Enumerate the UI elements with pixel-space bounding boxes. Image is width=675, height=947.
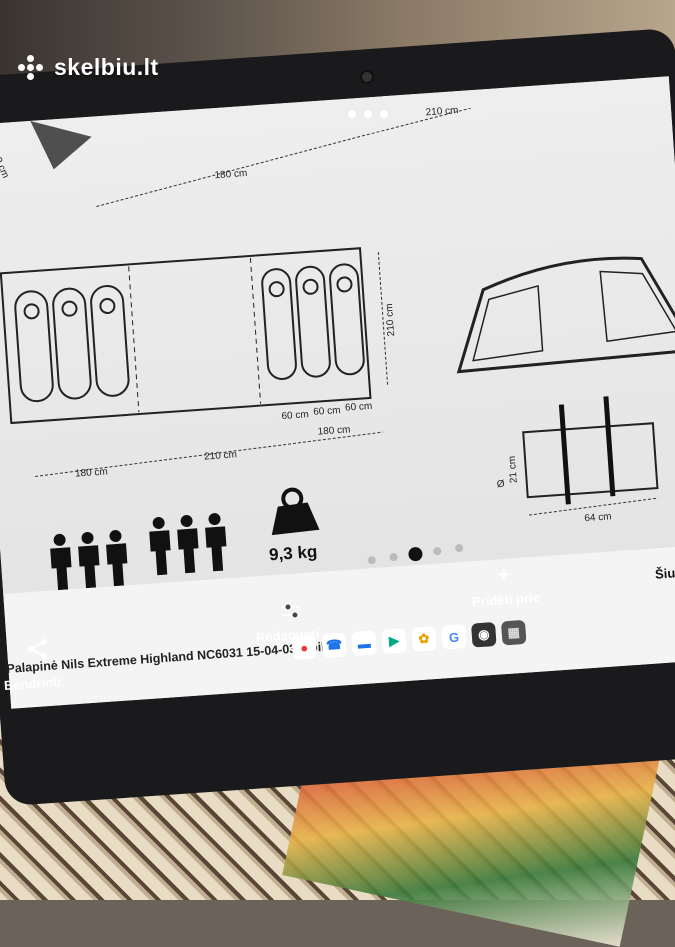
dim-depth: 210 cm [384, 303, 397, 336]
dim-top-left: 180 cm [214, 168, 247, 181]
carry-bag: Ø 21 cm 64 cm [496, 396, 659, 524]
apps-grid-icon[interactable]: ▦ [500, 619, 527, 646]
product-image: 180 cm 210 cm 210 cm 210 cm 180 cm 210 c… [0, 76, 675, 594]
carousel-dot[interactable] [455, 544, 464, 553]
bag-length: 64 cm [584, 511, 612, 524]
dim-60-b: 60 cm [313, 405, 341, 418]
dim-floor-right-180: 180 cm [317, 424, 350, 437]
tent-diagram: 180 cm 210 cm 210 cm 210 cm 180 cm 210 c… [0, 105, 675, 593]
person-icon [205, 513, 227, 572]
bag-diameter-symbol: Ø [496, 479, 505, 491]
image-carousel-indicator[interactable] [367, 544, 464, 565]
bag-diameter: 21 cm [507, 456, 520, 484]
sleeping-spots-right [261, 263, 365, 380]
dim-top-right: 210 cm [425, 105, 458, 118]
play-store-icon[interactable]: ▶ [381, 628, 407, 654]
dim-floor-210: 210 cm [204, 449, 237, 462]
sleeping-spots-left [14, 285, 130, 403]
skelbiu-logo-icon [18, 54, 48, 81]
carousel-dot[interactable] [389, 553, 398, 562]
weight-indicator: 9,3 kg [268, 487, 320, 564]
carousel-dot[interactable] [367, 556, 377, 565]
watermark-text: skelbiu.lt [54, 54, 159, 80]
floor-plan: 210 cm 180 cm 210 cm 180 cm 60 cm 60 cm … [0, 247, 397, 480]
share-button[interactable] [24, 638, 50, 660]
camera-icon[interactable]: ◉ [471, 621, 497, 648]
share-icon [28, 639, 47, 659]
messages-icon[interactable]: ▬ [351, 630, 377, 656]
edit-button[interactable] [280, 602, 302, 625]
skelbiu-watermark: skelbiu.lt [18, 54, 159, 81]
front-camera [360, 70, 374, 84]
dim-floor-180: 180 cm [75, 466, 108, 479]
dim-60-c: 60 cm [345, 401, 373, 414]
more-options-icon[interactable] [348, 110, 388, 118]
carousel-dot-active[interactable] [408, 547, 423, 562]
edit-sliders-icon [282, 603, 300, 619]
weight-label: 9,3 kg [268, 542, 317, 564]
google-icon[interactable]: G [441, 624, 467, 650]
person-icon [106, 530, 128, 589]
person-icon [50, 533, 72, 593]
tablet-screen: 180 cm 210 cm 210 cm 210 cm 180 cm 210 c… [0, 76, 675, 709]
phone-icon[interactable]: ☎ [321, 632, 347, 659]
person-icon [149, 516, 171, 576]
tent-side-view [456, 256, 675, 374]
person-icon [177, 515, 199, 574]
carousel-dot[interactable] [433, 547, 442, 556]
photos-icon[interactable]: ✿ [411, 626, 437, 652]
dim-60-a: 60 cm [281, 409, 309, 422]
add-icon[interactable]: + [498, 564, 510, 587]
person-icon [78, 531, 100, 591]
maps-icon[interactable]: ● [291, 634, 318, 661]
dim-top-side: 210 cm [0, 146, 11, 180]
cut-label[interactable]: Šiu [655, 565, 675, 581]
